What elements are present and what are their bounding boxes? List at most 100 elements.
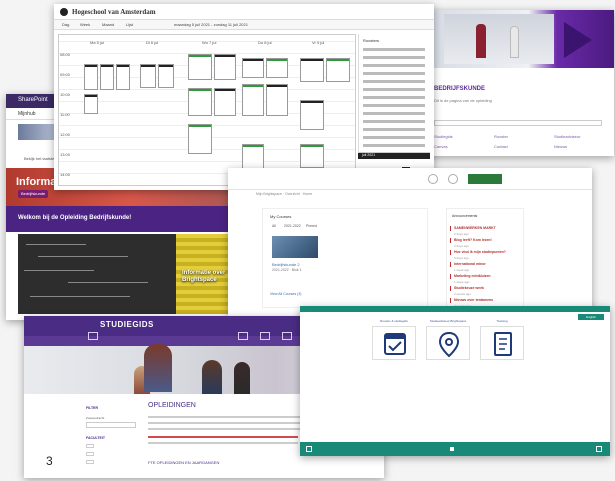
day-header: Ma 5 jul xyxy=(90,40,105,45)
bookmark-icon[interactable] xyxy=(282,332,292,340)
university-name: Hogeschool van Amsterdam xyxy=(72,8,156,16)
announcement-meta: 1 week ago xyxy=(454,280,470,284)
purple-site-heading: BEDRIJFSKUNDE xyxy=(434,86,486,92)
text-line xyxy=(148,442,298,444)
timetable-event[interactable] xyxy=(300,144,324,168)
time-label: 13:00 xyxy=(60,152,71,157)
location-pin-icon xyxy=(438,331,460,358)
timetable-event[interactable] xyxy=(188,54,212,80)
announcement-item[interactable]: Blog leeft? Kom lezen! xyxy=(450,238,492,243)
university-logo-icon xyxy=(60,8,68,16)
tab-pinned[interactable]: Pinned xyxy=(306,224,317,228)
timetable-event[interactable] xyxy=(214,54,236,80)
menu-icon[interactable] xyxy=(88,332,98,340)
sharepoint-program-pill[interactable]: Bedrijfskunde xyxy=(18,190,49,198)
announcement-item[interactable]: Marketing minikluizen xyxy=(450,274,491,279)
teal-portal-screenshot: English Rooster & studiegids Studieadvis… xyxy=(300,306,610,456)
purple-site-link[interactable]: Studieadviseur xyxy=(554,134,580,139)
timetable-event[interactable] xyxy=(158,64,174,88)
timetable-event[interactable] xyxy=(300,100,324,130)
announcement-meta: 3 days ago xyxy=(454,244,469,248)
announcement-meta: 2 days ago xyxy=(454,232,469,236)
purple-site-link[interactable]: Nieuws xyxy=(554,144,567,149)
day-header: Do 8 jul xyxy=(258,40,272,45)
purple-site-search-bar[interactable] xyxy=(434,120,602,126)
timetable-header: Hogeschool van Amsterdam xyxy=(54,4,434,20)
user-button[interactable] xyxy=(468,174,502,184)
brightspace-header xyxy=(228,168,592,190)
roosters-panel-title: Roosters xyxy=(363,38,380,43)
timetable-event[interactable] xyxy=(266,84,288,116)
timetable-event[interactable] xyxy=(326,58,350,82)
view-all-courses-link[interactable]: View All Courses (3) xyxy=(270,292,301,296)
home-icon[interactable] xyxy=(238,332,248,340)
course-title[interactable]: Bedrijfskunde 2 xyxy=(272,262,300,267)
message-icon[interactable] xyxy=(428,174,438,184)
timetable-event[interactable] xyxy=(188,88,212,116)
tab-year[interactable]: 2021-2022 xyxy=(284,224,301,228)
time-label: 12:00 xyxy=(60,132,71,137)
tab-all[interactable]: All xyxy=(272,224,276,228)
view-week-button[interactable]: Week xyxy=(80,22,90,27)
brightspace-info-tile[interactable]: Informatie over Brightspace xyxy=(182,270,234,284)
purple-site-photo xyxy=(444,14,554,64)
purple-site-link[interactable]: Contact xyxy=(494,144,508,149)
timetable-event[interactable] xyxy=(266,58,288,78)
view-list-button[interactable]: Lijst xyxy=(126,22,133,27)
time-label: 14:00 xyxy=(60,172,71,177)
announcement-item[interactable]: Nieuws over tentamens xyxy=(449,298,493,303)
faculty-checkbox[interactable] xyxy=(86,444,94,448)
my-courses-title: My Courses xyxy=(270,214,292,219)
announcements-widget xyxy=(446,208,524,312)
sharepoint-news-thumbnail[interactable] xyxy=(18,124,58,140)
slide-number: 3 xyxy=(46,454,53,468)
studiegids-title: STUDIEGIDS xyxy=(100,320,154,329)
sharepoint-nav-title[interactable]: Mijnhub xyxy=(18,111,36,117)
language-button[interactable]: English xyxy=(578,314,604,320)
timetable-event[interactable] xyxy=(214,88,236,116)
studieadviseur-tile[interactable] xyxy=(426,326,470,360)
notification-icon[interactable] xyxy=(448,174,458,184)
timetable-event[interactable] xyxy=(300,58,324,82)
purple-site-link[interactable]: Rooster xyxy=(494,134,508,139)
faculty-checkbox[interactable] xyxy=(86,460,94,464)
breadcrumb: Mijn Brightspace · Overzicht · Home xyxy=(256,192,313,196)
faculty-checkbox[interactable] xyxy=(86,452,94,456)
filter-label: FILTER xyxy=(86,406,98,410)
timetable-event[interactable] xyxy=(116,64,130,90)
purple-site-screenshot: BEDRIJFSKUNDE Dit is de pagina van de op… xyxy=(424,10,614,156)
timetable-event[interactable] xyxy=(84,94,98,114)
rooster-tile[interactable] xyxy=(372,326,416,360)
mini-calendar-month: juli 2021 xyxy=(362,153,376,157)
announcement-item[interactable]: Studiekeuze week xyxy=(450,286,484,291)
purple-site-link[interactable]: Canvas xyxy=(434,144,448,149)
toetsing-tile[interactable] xyxy=(480,326,524,360)
calendar-check-icon xyxy=(384,333,406,355)
timetable-event[interactable] xyxy=(242,144,264,170)
footer-icon[interactable] xyxy=(306,446,312,452)
sharepoint-app-name: SharePoint xyxy=(18,97,48,103)
faculty-label: FACULTEIT xyxy=(86,436,105,440)
timetable-event[interactable] xyxy=(100,64,114,90)
filter-field-label: Zoekopdracht xyxy=(86,416,105,420)
brightspace-screenshot: Mijn Brightspace · Overzicht · Home My C… xyxy=(228,168,592,316)
tile-label: Rooster & studiegids xyxy=(380,319,408,323)
list-icon[interactable] xyxy=(260,332,270,340)
timetable-event[interactable] xyxy=(242,58,264,78)
person-figure xyxy=(234,362,250,394)
timetable-event[interactable] xyxy=(140,64,156,88)
timetable-event[interactable] xyxy=(188,124,212,154)
view-month-button[interactable]: Maand xyxy=(102,22,114,27)
announcement-item[interactable]: SAMENWERKEN MARKT xyxy=(450,226,496,231)
announcement-meta: 5 days ago xyxy=(454,256,469,260)
person-figure xyxy=(202,360,222,394)
view-day-button[interactable]: Dag xyxy=(62,22,69,27)
timetable-event[interactable] xyxy=(242,84,264,116)
filter-input[interactable] xyxy=(86,422,136,428)
footer-icon[interactable] xyxy=(596,446,602,452)
timetable-event[interactable] xyxy=(84,64,98,90)
course-image[interactable] xyxy=(272,236,318,258)
announcement-item[interactable]: Hoe vind ik mijn studiepunten? xyxy=(450,250,506,255)
purple-site-link[interactable]: Studiegids xyxy=(434,134,453,139)
announcement-item[interactable]: International minor xyxy=(450,262,486,267)
